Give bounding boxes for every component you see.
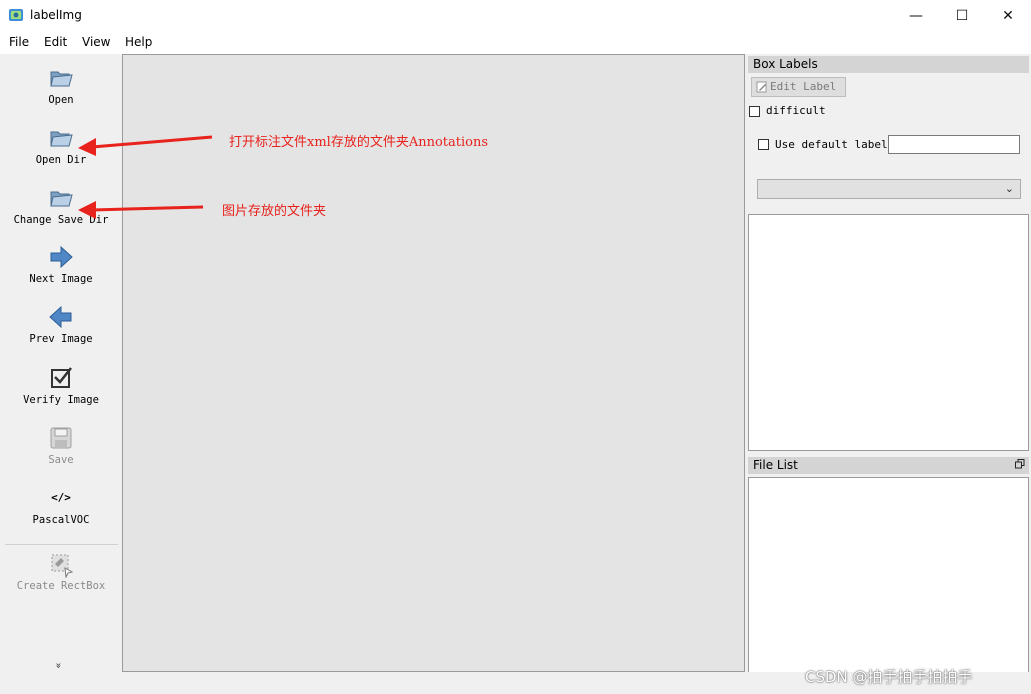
edit-label-button[interactable]: Edit Label [751,77,846,97]
create-rectbox-button[interactable]: Create RectBox [0,550,122,592]
minimize-icon: — [909,7,923,24]
box-labels-title: Box Labels [748,56,1029,73]
verify-image-label: Verify Image [23,394,99,406]
prev-image-button[interactable]: Prev Image [0,303,122,345]
menu-view[interactable]: View [82,35,110,49]
save-button[interactable]: Save [0,424,122,466]
change-save-dir-button[interactable]: Change Save Dir [0,184,122,226]
close-button[interactable]: ✕ [985,0,1031,31]
save-icon [50,427,72,449]
watermark: CSDN @拍手拍手拍拍手 [805,668,973,686]
format-label: PascalVOC [32,514,90,526]
difficult-label: difficult [766,104,826,117]
edit-icon [756,81,767,93]
float-dock-icon[interactable] [1015,459,1025,469]
annotation-change-save-dir-note: 图片存放的文件夹 [222,204,327,219]
toolbar-overflow-icon[interactable]: » [53,662,64,668]
toolbar-divider [5,544,118,545]
minimize-button[interactable]: — [893,0,939,31]
default-label-input[interactable] [888,135,1020,154]
window-title: labelImg [30,8,82,22]
menu-edit[interactable]: Edit [44,35,67,49]
maximize-icon: ☐ [955,7,969,24]
edit-label-text: Edit Label [770,80,837,93]
open-dir-button[interactable]: Open Dir [0,124,122,166]
close-icon: ✕ [1002,7,1014,24]
menu-help[interactable]: Help [125,35,152,49]
title-bar: labelImg — ☐ ✕ [0,0,1031,31]
label-list[interactable] [748,214,1029,451]
menu-file[interactable]: File [9,35,29,49]
change-save-dir-label: Change Save Dir [13,214,109,226]
difficult-checkbox[interactable] [749,106,760,117]
annotation-open-dir-note: 打开标注文件xml存放的文件夹Annotations [229,135,489,150]
label-combo-box[interactable]: ⌄ [757,179,1021,199]
app-icon [9,9,23,21]
maximize-button[interactable]: ☐ [939,0,985,31]
open-button[interactable]: Open [0,64,122,106]
verify-image-button[interactable]: Verify Image [0,364,122,406]
arrow-right-icon [50,245,73,269]
file-list[interactable] [748,477,1029,673]
create-rectbox-label: Create RectBox [16,580,106,592]
chevron-down-icon: ⌄ [1004,182,1014,195]
arrow-left-icon [49,305,72,329]
file-list-title: File List [748,457,1029,474]
open-label: Open [48,94,74,106]
folder-open-icon [50,131,73,147]
draw-rect-icon [51,554,74,578]
code-icon: </> [51,491,71,504]
use-default-label-checkbox[interactable] [758,139,769,150]
format-toggle-button[interactable]: </> PascalVOC [0,484,122,526]
next-image-button[interactable]: Next Image [0,243,122,285]
prev-image-label: Prev Image [29,333,93,345]
checkbox-checked-icon [51,367,72,388]
use-default-label-text: Use default label [775,138,888,151]
open-dir-label: Open Dir [35,154,87,166]
save-label: Save [48,454,74,466]
left-toolbar: Open Open Dir Change Save Dir Next Image… [0,54,123,672]
next-image-label: Next Image [29,273,93,285]
folder-open-icon [50,71,73,87]
menu-bar: File Edit View Help [0,31,1031,54]
file-list-title-text: File List [753,458,798,472]
folder-open-icon [50,191,73,207]
